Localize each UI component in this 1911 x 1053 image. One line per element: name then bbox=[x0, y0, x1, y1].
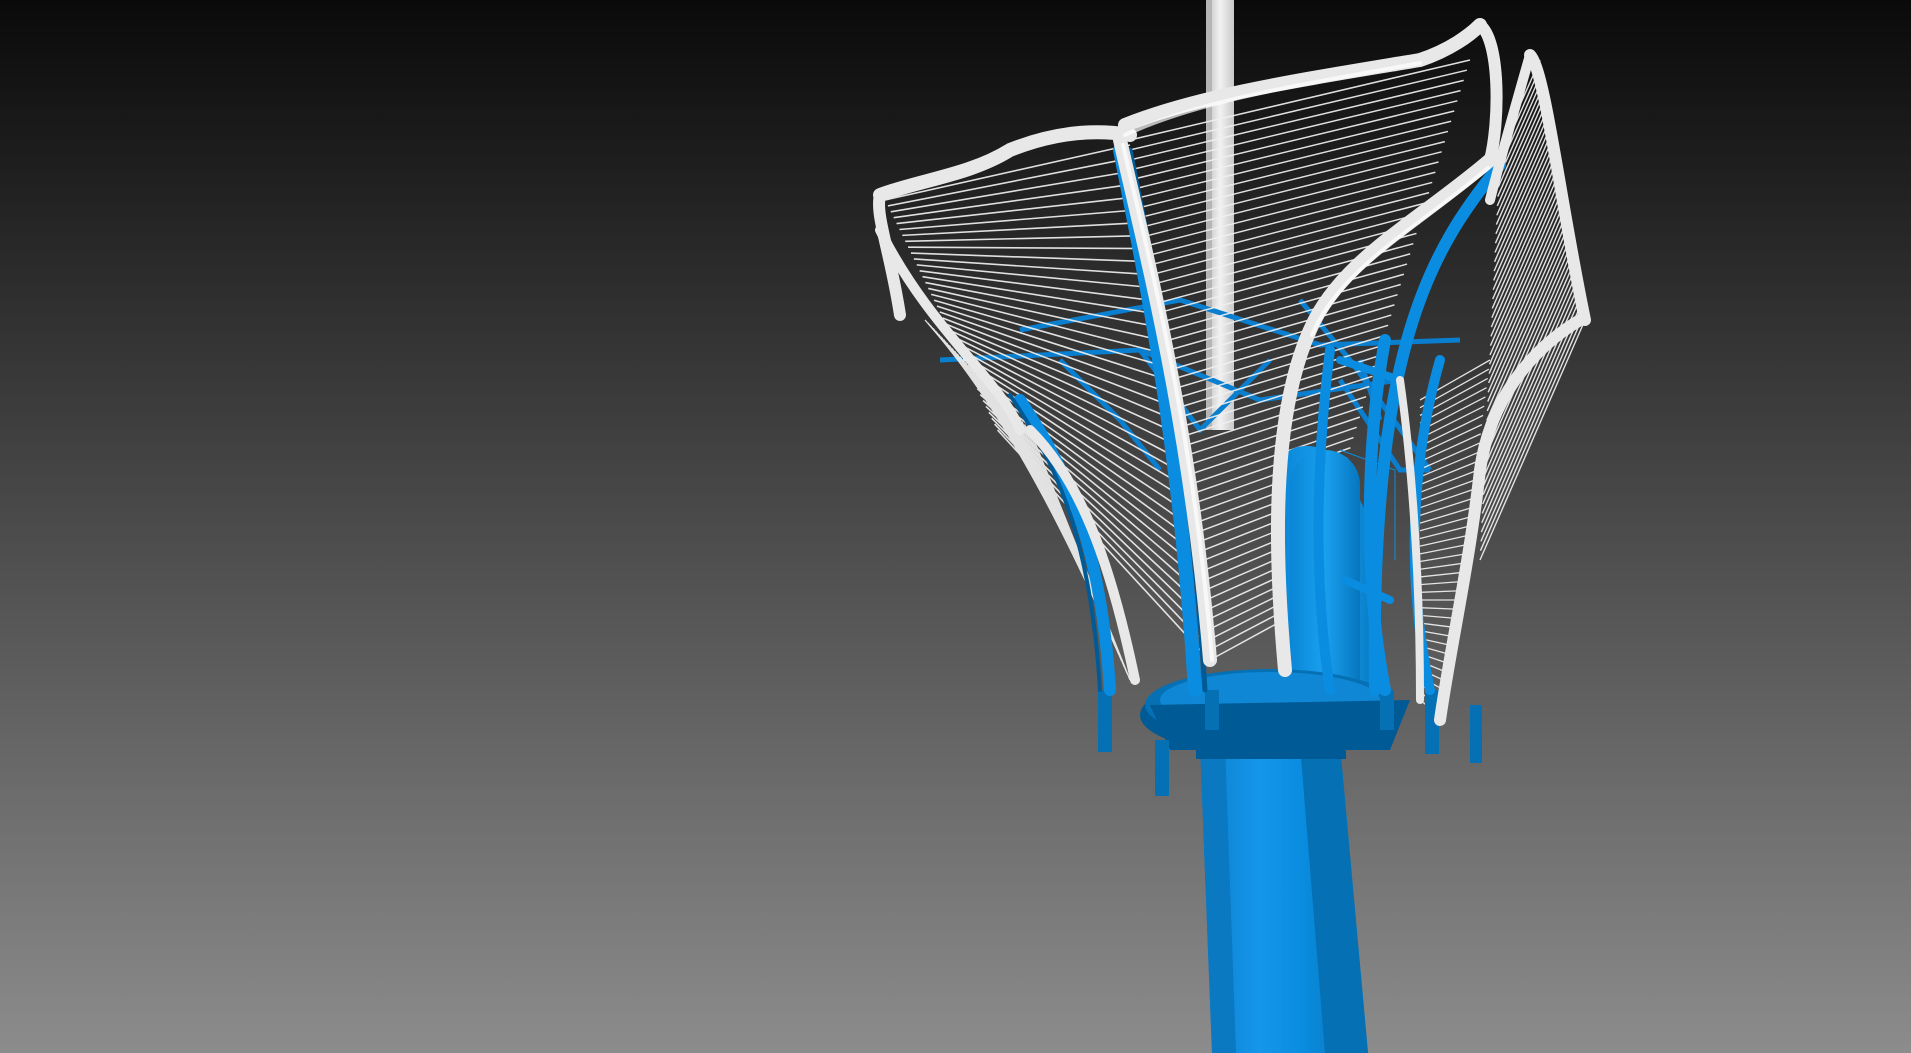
cad-model-render[interactable] bbox=[0, 0, 1911, 1053]
3d-viewport[interactable] bbox=[0, 0, 1911, 1053]
main-pole bbox=[1196, 745, 1368, 1053]
viewport-background bbox=[0, 0, 1911, 1053]
